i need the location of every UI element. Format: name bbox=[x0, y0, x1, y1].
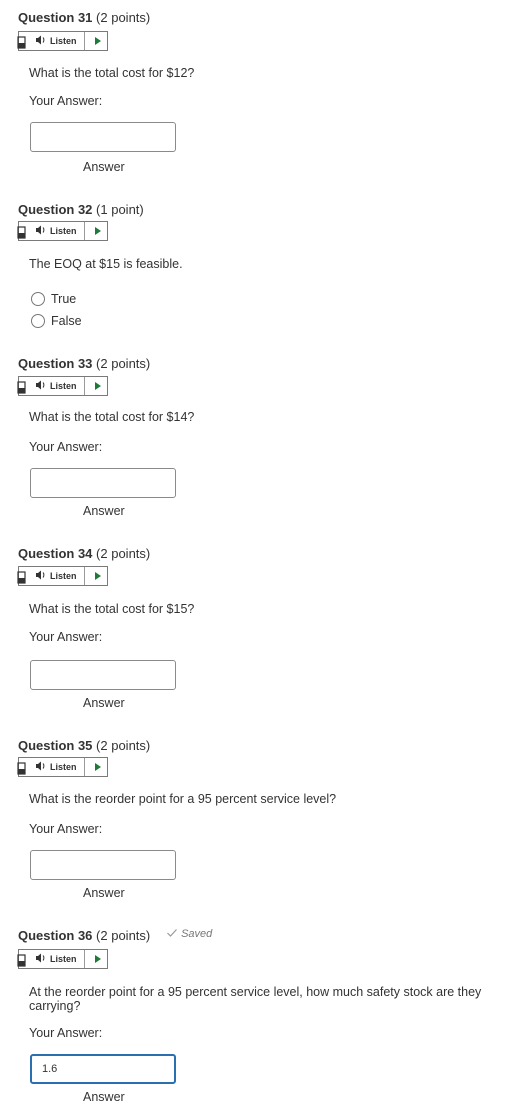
listen-label: Listen bbox=[50, 381, 77, 391]
question-32-title: Question 32 (1 point) bbox=[18, 202, 144, 217]
play-icon bbox=[95, 955, 101, 963]
question-31-title: Question 31 (2 points) bbox=[18, 10, 150, 25]
answer-input[interactable] bbox=[30, 660, 176, 690]
question-number: Question 31 bbox=[18, 10, 93, 25]
listen-widget: Listen bbox=[17, 221, 108, 241]
answer-input[interactable] bbox=[30, 850, 176, 880]
your-answer-label: Your Answer: bbox=[29, 630, 103, 644]
book-icon bbox=[17, 36, 26, 49]
listen-label: Listen bbox=[50, 226, 77, 236]
listen-widget: Listen bbox=[17, 31, 108, 51]
listen-widget: Listen bbox=[17, 949, 108, 969]
question-prompt: What is the total cost for $15? bbox=[29, 602, 195, 616]
play-button[interactable] bbox=[89, 758, 107, 776]
question-prompt: What is the total cost for $14? bbox=[29, 410, 195, 424]
your-answer-label: Your Answer: bbox=[29, 822, 103, 836]
play-icon bbox=[95, 37, 101, 45]
question-prompt: What is the total cost for $12? bbox=[29, 66, 195, 80]
listen-label: Listen bbox=[50, 954, 77, 964]
speaker-icon bbox=[36, 953, 45, 963]
play-button[interactable] bbox=[89, 567, 107, 585]
answer-caption: Answer bbox=[83, 504, 125, 518]
question-35-title: Question 35 (2 points) bbox=[18, 738, 150, 753]
play-button[interactable] bbox=[89, 377, 107, 395]
question-number: Question 33 bbox=[18, 356, 93, 371]
listen-button[interactable]: Listen bbox=[31, 32, 85, 50]
question-prompt: What is the reorder point for a 95 perce… bbox=[29, 792, 337, 806]
play-button[interactable] bbox=[89, 222, 107, 240]
your-answer-label: Your Answer: bbox=[29, 440, 103, 454]
answer-input[interactable] bbox=[30, 1054, 176, 1084]
book-icon bbox=[17, 226, 26, 239]
speaker-icon bbox=[36, 570, 45, 580]
play-button[interactable] bbox=[89, 950, 107, 968]
play-icon bbox=[95, 572, 101, 580]
your-answer-label: Your Answer: bbox=[29, 1026, 103, 1040]
question-prompt: At the reorder point for a 95 percent se… bbox=[29, 985, 482, 1013]
question-points: (2 points) bbox=[96, 356, 151, 371]
listen-label: Listen bbox=[50, 762, 77, 772]
answer-input[interactable] bbox=[30, 468, 176, 498]
speaker-icon bbox=[36, 225, 45, 235]
play-icon bbox=[95, 227, 101, 235]
speaker-icon bbox=[36, 35, 45, 45]
play-icon bbox=[95, 382, 101, 390]
check-icon bbox=[167, 929, 177, 937]
question-points: (1 point) bbox=[96, 202, 144, 217]
radio-false[interactable] bbox=[31, 314, 45, 328]
question-points: (2 points) bbox=[96, 928, 151, 943]
answer-caption: Answer bbox=[83, 886, 125, 900]
listen-button[interactable]: Listen bbox=[31, 567, 85, 585]
question-number: Question 34 bbox=[18, 546, 93, 561]
listen-widget: Listen bbox=[17, 566, 108, 586]
listen-button[interactable]: Listen bbox=[31, 377, 85, 395]
speaker-icon bbox=[36, 761, 45, 771]
question-points: (2 points) bbox=[96, 10, 151, 25]
listen-widget: Listen bbox=[17, 376, 108, 396]
play-button[interactable] bbox=[89, 32, 107, 50]
question-36-title: Question 36 (2 points) bbox=[18, 928, 150, 943]
radio-label-false: False bbox=[51, 314, 82, 328]
question-number: Question 35 bbox=[18, 738, 93, 753]
radio-true[interactable] bbox=[31, 292, 45, 306]
listen-button[interactable]: Listen bbox=[31, 950, 85, 968]
speaker-icon bbox=[36, 380, 45, 390]
your-answer-label: Your Answer: bbox=[29, 94, 103, 108]
saved-label: Saved bbox=[181, 928, 213, 940]
listen-button[interactable]: Listen bbox=[31, 222, 85, 240]
question-prompt: The EOQ at $15 is feasible. bbox=[29, 257, 183, 271]
listen-label: Listen bbox=[50, 571, 77, 581]
question-points: (2 points) bbox=[96, 738, 151, 753]
question-number: Question 32 bbox=[18, 202, 93, 217]
answer-caption: Answer bbox=[83, 1090, 125, 1104]
listen-widget: Listen bbox=[17, 757, 108, 777]
book-icon bbox=[17, 571, 26, 584]
question-number: Question 36 bbox=[18, 928, 93, 943]
play-icon bbox=[95, 763, 101, 771]
question-points: (2 points) bbox=[96, 546, 151, 561]
book-icon bbox=[17, 762, 26, 775]
saved-status: Saved bbox=[166, 928, 212, 940]
radio-label-true: True bbox=[51, 292, 77, 306]
book-icon bbox=[17, 954, 26, 967]
listen-button[interactable]: Listen bbox=[31, 758, 85, 776]
answer-caption: Answer bbox=[83, 696, 125, 710]
book-icon bbox=[17, 381, 26, 394]
answer-caption: Answer bbox=[83, 160, 125, 174]
question-34-title: Question 34 (2 points) bbox=[18, 546, 150, 561]
answer-input[interactable] bbox=[30, 122, 176, 152]
listen-label: Listen bbox=[50, 36, 77, 46]
question-33-title: Question 33 (2 points) bbox=[18, 356, 150, 371]
